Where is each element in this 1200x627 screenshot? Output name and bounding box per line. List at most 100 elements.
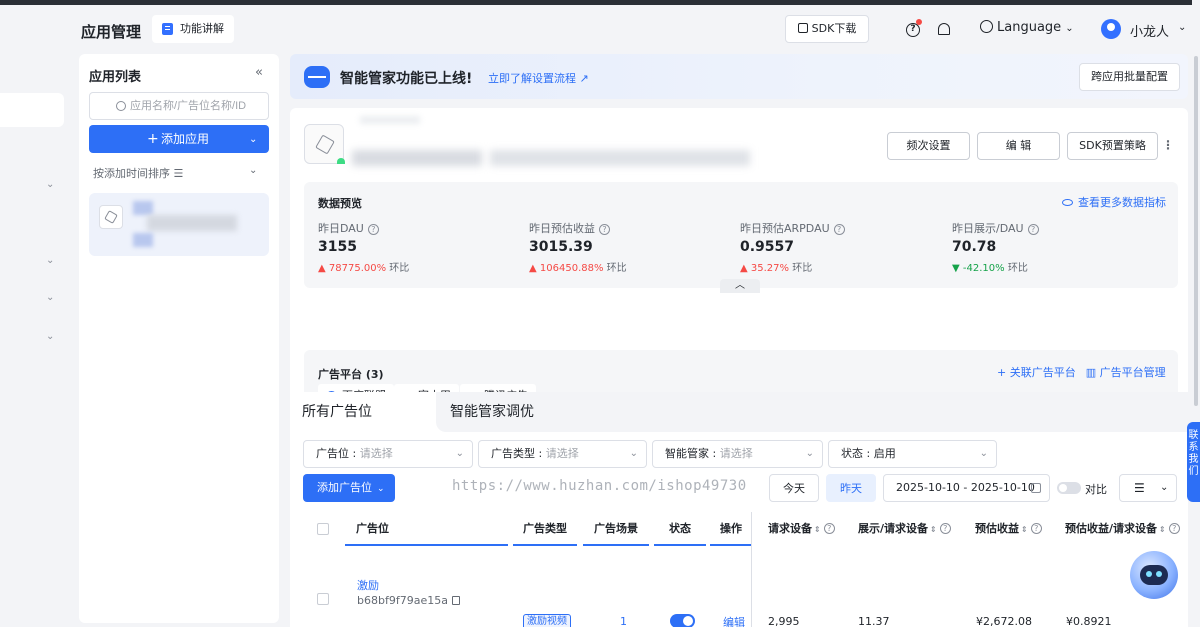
- sort-selector[interactable]: 按添加时间排序 ☰: [93, 165, 183, 181]
- help-icon[interactable]: ?: [906, 23, 920, 37]
- ad-slot-id-cell: b68bf9f79ae15a: [357, 594, 460, 607]
- stat-label: 昨日DAU: [318, 222, 364, 235]
- stat-impressions-per-dau: 昨日展示/DAU? 70.78 ▼ -42.10% 环比: [952, 220, 1152, 280]
- scrollbar-thumb[interactable]: [1194, 56, 1198, 406]
- sort-icon: ☰: [173, 167, 184, 180]
- today-button[interactable]: 今天: [769, 474, 819, 502]
- link-platform-button[interactable]: + 关联广告平台: [997, 366, 1076, 379]
- stat-change: 35.27%: [750, 263, 790, 274]
- help-icon[interactable]: ?: [599, 224, 610, 235]
- sort-label: 按添加时间排序: [93, 167, 170, 180]
- yesterday-button[interactable]: 昨天: [826, 474, 876, 502]
- filter-value: 请选择: [719, 447, 753, 460]
- document-icon: [162, 23, 173, 35]
- app-list-item[interactable]: [89, 193, 269, 256]
- left-nav: ⌄ ⌄ ⌄ ⌄: [0, 5, 66, 627]
- stat-value: 70.78: [952, 239, 997, 255]
- frequency-settings-button[interactable]: 频次设置: [887, 132, 970, 160]
- help-icon[interactable]: ?: [367, 224, 379, 235]
- help-icon[interactable]: ?: [833, 224, 845, 235]
- sort-icon: ⇕: [1159, 525, 1166, 534]
- edit-link[interactable]: 编辑: [723, 614, 745, 627]
- left-nav-selected-item[interactable]: [0, 93, 64, 127]
- filter-ad-type[interactable]: 广告类型 : 请选择 ⌄: [478, 440, 647, 468]
- language-selector[interactable]: Language ⌄: [980, 20, 1074, 35]
- row-checkbox[interactable]: [317, 593, 329, 605]
- ad-scene-count[interactable]: 1: [620, 615, 627, 627]
- platform-manage-button[interactable]: ▥ 广告平台管理: [1086, 366, 1166, 379]
- collapse-stats-toggle[interactable]: ︿: [720, 279, 760, 293]
- copy-icon[interactable]: [451, 596, 460, 605]
- column-header: 广告场景: [583, 512, 649, 546]
- stat-value: 3155: [318, 239, 357, 255]
- feature-guide-button[interactable]: 功能讲解: [152, 15, 234, 43]
- status-switch[interactable]: [670, 614, 695, 627]
- sdk-preset-button[interactable]: SDK预置策略: [1067, 132, 1158, 160]
- platform-manage-label: 广告平台管理: [1099, 366, 1166, 379]
- add-ad-slot-button[interactable]: 添加广告位 ⌄: [303, 474, 395, 502]
- chevron-down-icon: ⌄: [629, 448, 638, 459]
- more-metrics-link[interactable]: 查看更多数据指标: [1062, 194, 1166, 210]
- ad-type-tag: 激励视频: [523, 614, 571, 627]
- column-header-sortable[interactable]: 请求设备 ⇕?: [768, 512, 835, 546]
- filter-value: 启用: [873, 447, 896, 460]
- ad-slot-name[interactable]: 激励: [357, 577, 379, 593]
- stat-label: 昨日预估收益: [529, 222, 595, 235]
- add-ad-slot-label: 添加广告位: [317, 481, 372, 494]
- table-header: 广告位 广告类型 广告场景 状态 操作 请求设备 ⇕? 展示/请求设备 ⇕? 预估收…: [303, 512, 1188, 546]
- app-search-input[interactable]: [130, 97, 265, 115]
- batch-config-button[interactable]: 跨应用批量配置: [1079, 63, 1180, 91]
- stat-change: -42.10%: [962, 263, 1005, 274]
- edit-button[interactable]: 编 辑: [977, 132, 1060, 160]
- column-header-sortable[interactable]: 预估收益/请求设备 ⇕?: [1065, 512, 1180, 546]
- bell-icon[interactable]: [938, 23, 950, 35]
- compare-toggle[interactable]: [1057, 482, 1081, 494]
- chevron-down-icon[interactable]: ⌄: [249, 165, 257, 176]
- chevron-down-icon: ⌄: [805, 448, 814, 459]
- data-preview-title: 数据预览: [318, 197, 362, 210]
- tab-all-ad-slots[interactable]: 所有广告位: [290, 392, 436, 432]
- page-scrollbar[interactable]: [1192, 0, 1200, 627]
- chevron-down-icon[interactable]: ⌄: [1178, 22, 1186, 33]
- chevron-down-icon[interactable]: ⌄: [46, 179, 56, 190]
- ad-platform-actions: + 关联广告平台 ▥ 广告平台管理: [997, 364, 1166, 380]
- filter-label: 广告位 :: [316, 447, 360, 460]
- stat-revenue: 昨日预估收益? 3015.39 ▲ 106450.88% 环比: [529, 220, 729, 280]
- collapse-icon[interactable]: «: [255, 65, 263, 80]
- chevron-down-icon[interactable]: ⌄: [46, 292, 56, 303]
- column-header-sortable[interactable]: 展示/请求设备 ⇕?: [858, 512, 951, 546]
- app-cube-icon: [99, 205, 123, 229]
- main-content: 智能管家功能已上线! 立即了解设置流程 ↗ 跨应用批量配置 频次设置 编 辑 S…: [290, 54, 1188, 627]
- more-icon[interactable]: ⋮: [1162, 138, 1174, 152]
- sdk-download-button[interactable]: SDK下载: [785, 15, 869, 43]
- chevron-down-icon[interactable]: ⌄: [46, 255, 56, 266]
- redacted-app-id: [490, 150, 750, 166]
- filter-smart-manager[interactable]: 智能管家 : 请选择 ⌄: [652, 440, 823, 468]
- eye-icon: [1062, 199, 1073, 206]
- chevron-down-icon: ⌄: [1065, 23, 1074, 34]
- column-settings-button[interactable]: ☰ ⌄: [1119, 474, 1177, 502]
- add-app-button[interactable]: + 添加应用 ⌄: [89, 125, 269, 153]
- banner-link[interactable]: 立即了解设置流程 ↗: [488, 70, 589, 86]
- chevron-down-icon[interactable]: ⌄: [249, 126, 257, 154]
- username[interactable]: 小龙人: [1130, 21, 1169, 40]
- chevron-down-icon[interactable]: ⌄: [46, 331, 56, 342]
- chart-icon: ▥: [1085, 366, 1097, 379]
- avatar[interactable]: [1101, 19, 1121, 39]
- date-range-picker[interactable]: 2025-10-10 - 2025-10-10: [883, 474, 1050, 502]
- calendar-icon: [1031, 483, 1041, 493]
- help-icon[interactable]: ?: [1027, 224, 1039, 235]
- sort-icon: ⇕: [1021, 525, 1028, 534]
- filter-status[interactable]: 状态 : 启用 ⌄: [828, 440, 997, 468]
- chevron-down-icon: ⌄: [1160, 482, 1169, 493]
- app-search-box[interactable]: [89, 92, 269, 120]
- app-list-panel: 应用列表 « + 添加应用 ⌄ 按添加时间排序 ☰ ⌄: [79, 54, 279, 623]
- column-header-sortable[interactable]: 预估收益 ⇕?: [975, 512, 1042, 546]
- select-all-checkbox[interactable]: [317, 523, 329, 535]
- tab-smart-tuning[interactable]: 智能管家调优: [436, 392, 1188, 432]
- stat-change: 106450.88%: [539, 263, 604, 274]
- filter-ad-slot[interactable]: 广告位 : 请选择 ⌄: [303, 440, 473, 468]
- assistant-bot-icon[interactable]: [1130, 551, 1178, 599]
- contact-float-tab[interactable]: 联系我们: [1187, 422, 1200, 502]
- stat-change-suffix: 环比: [1007, 263, 1028, 274]
